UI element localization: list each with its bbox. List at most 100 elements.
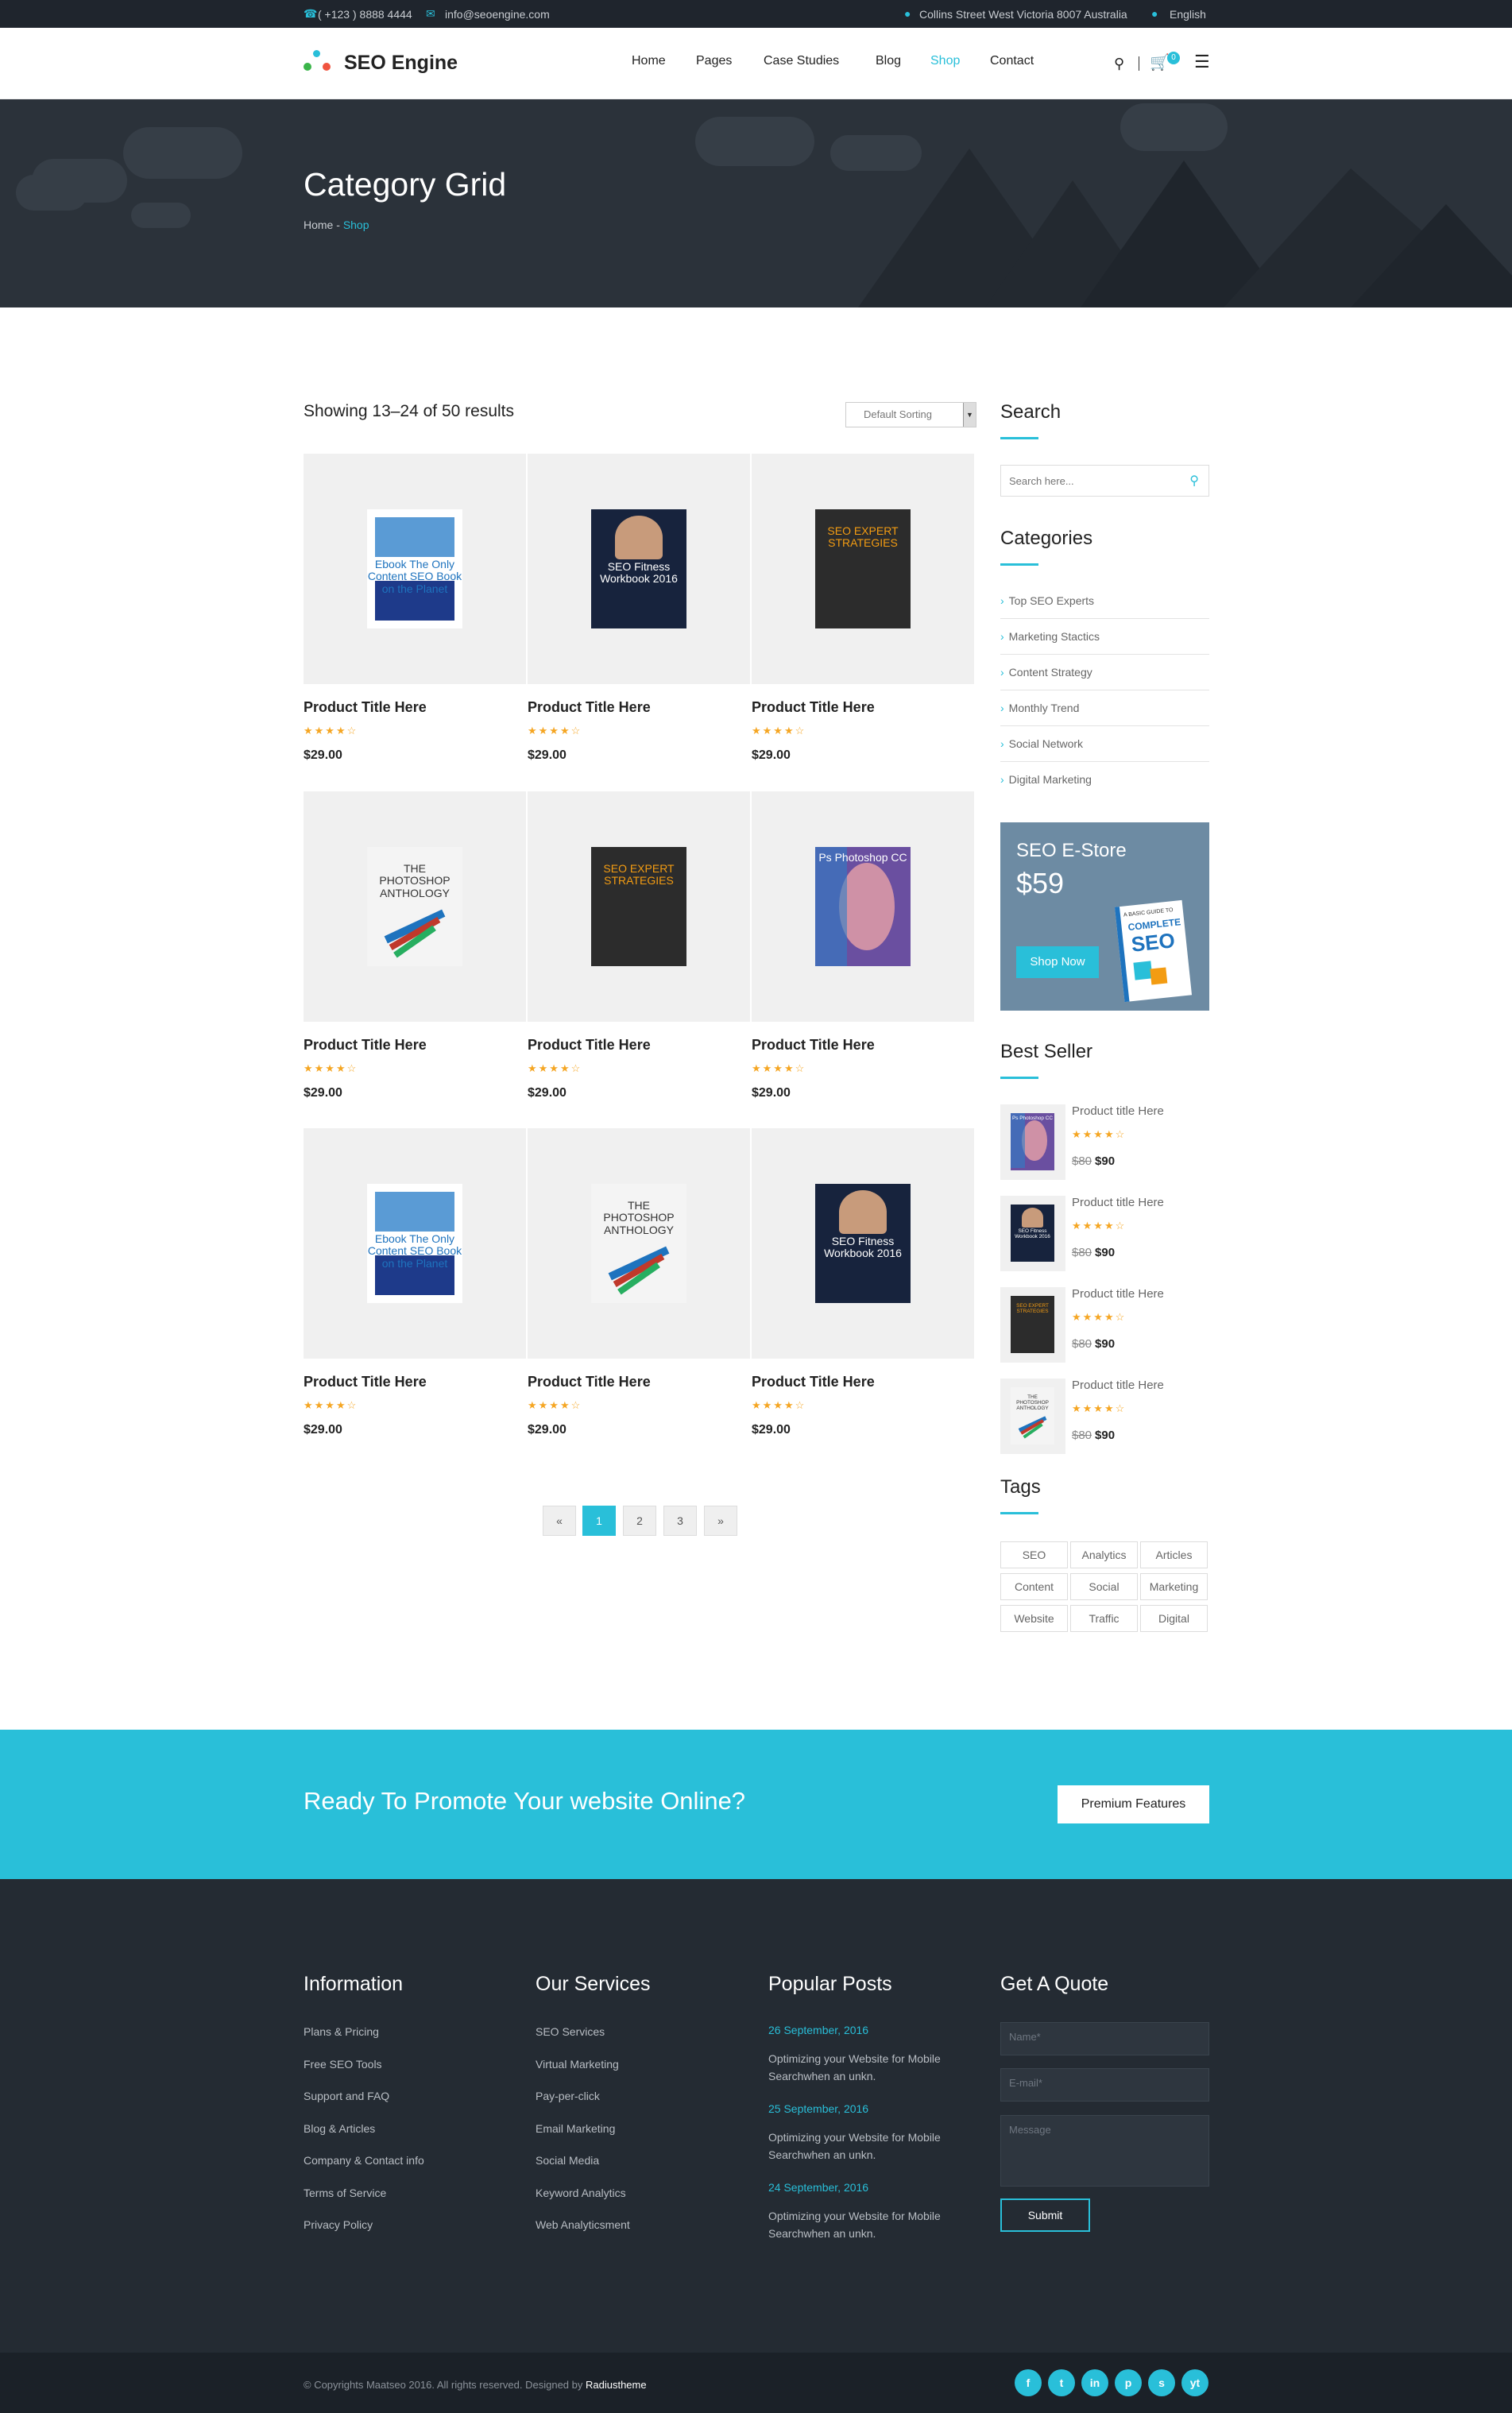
product-title[interactable]: Product Title Here <box>752 699 875 716</box>
shop-now-button[interactable]: Shop Now <box>1016 946 1099 978</box>
bestseller-title[interactable]: Product title Here <box>1072 1287 1164 1301</box>
category-item[interactable]: › Content Strategy <box>1000 655 1209 690</box>
twitter-icon[interactable]: t <box>1048 2369 1075 2396</box>
footer-service-link[interactable]: Keyword Analytics <box>536 2187 626 2199</box>
product-title[interactable]: Product Title Here <box>528 1374 651 1390</box>
quote-email-field[interactable]: E-mail* <box>1000 2068 1209 2102</box>
chevron-right-icon: › <box>1000 773 1004 786</box>
product-title[interactable]: Product Title Here <box>304 1037 427 1054</box>
topbar-email[interactable]: info@seoengine.com <box>445 8 550 21</box>
product-image[interactable]: SEO EXPERT STRATEGIES <box>528 791 750 1022</box>
footer-info-link[interactable]: Plans & Pricing <box>304 2025 379 2038</box>
page-2[interactable]: 2 <box>623 1506 656 1536</box>
footer-info-link[interactable]: Free SEO Tools <box>304 2058 382 2071</box>
product-image[interactable]: SEO Fitness Workbook 2016 <box>528 454 750 684</box>
footer-info-link[interactable]: Company & Contact info <box>304 2154 424 2167</box>
tag-traffic[interactable]: Traffic <box>1070 1605 1138 1632</box>
quote-name-field[interactable]: Name* <box>1000 2022 1209 2055</box>
product-title[interactable]: Product Title Here <box>528 1037 651 1054</box>
tag-articles[interactable]: Articles <box>1140 1541 1208 1568</box>
category-item[interactable]: › Marketing Stactics <box>1000 619 1209 655</box>
tag-website[interactable]: Website <box>1000 1605 1068 1632</box>
product-image[interactable]: THE PHOTOSHOP ANTHOLOGY <box>528 1128 750 1359</box>
tag-seo[interactable]: SEO <box>1000 1541 1068 1568</box>
skype-icon[interactable]: s <box>1148 2369 1175 2396</box>
bestseller-title[interactable]: Product title Here <box>1072 1379 1164 1392</box>
logo-text[interactable]: SEO Engine <box>344 52 458 75</box>
sidebar-search-input[interactable] <box>1001 466 1176 496</box>
footer-service-link[interactable]: Email Marketing <box>536 2122 615 2135</box>
post-excerpt[interactable]: Optimizing your Website for Mobile Searc… <box>768 2207 975 2242</box>
quote-message-field[interactable]: Message <box>1000 2115 1209 2187</box>
product-image[interactable]: Ebook The Only Content SEO Book on the P… <box>304 454 526 684</box>
sorting-select[interactable]: Default Sorting ▼ <box>845 402 976 427</box>
post-date[interactable]: 25 September, 2016 <box>768 2102 868 2115</box>
search-icon[interactable]: ⚲ <box>1189 473 1199 489</box>
footer-service-link[interactable]: Virtual Marketing <box>536 2058 619 2071</box>
bestseller-image[interactable]: SEO EXPERT STRATEGIES <box>1000 1287 1065 1363</box>
book-cover-image: THE PHOTOSHOP ANTHOLOGY <box>367 847 462 966</box>
product-title[interactable]: Product Title Here <box>304 1374 427 1390</box>
product-image[interactable]: Ps Photoshop CC <box>752 791 974 1022</box>
footer-service-link[interactable]: Pay-per-click <box>536 2090 600 2102</box>
bestseller-image[interactable]: Ps Photoshop CC <box>1000 1104 1065 1180</box>
page-3[interactable]: 3 <box>663 1506 697 1536</box>
product-title[interactable]: Product Title Here <box>528 699 651 716</box>
product-title[interactable]: Product Title Here <box>304 699 427 716</box>
tag-social[interactable]: Social <box>1070 1573 1138 1600</box>
category-item[interactable]: › Top SEO Experts <box>1000 583 1209 619</box>
nav-pages[interactable]: Pages <box>696 54 732 68</box>
bestseller-title[interactable]: Product title Here <box>1072 1104 1164 1118</box>
tag-marketing[interactable]: Marketing <box>1140 1573 1208 1600</box>
product-image[interactable]: SEO EXPERT STRATEGIES <box>752 454 974 684</box>
product-title[interactable]: Product Title Here <box>752 1374 875 1390</box>
category-item[interactable]: › Social Network <box>1000 726 1209 762</box>
bestseller-image[interactable]: SEO Fitness Workbook 2016 <box>1000 1196 1065 1271</box>
post-excerpt[interactable]: Optimizing your Website for Mobile Searc… <box>768 2129 975 2164</box>
rating-stars: ★★★★☆ <box>1072 1220 1127 1232</box>
premium-features-button[interactable]: Premium Features <box>1058 1785 1209 1823</box>
page-prev[interactable]: « <box>543 1506 576 1536</box>
category-item[interactable]: › Monthly Trend <box>1000 690 1209 726</box>
breadcrumb-home[interactable]: Home <box>304 218 333 231</box>
product-image[interactable]: SEO Fitness Workbook 2016 <box>752 1128 974 1359</box>
bestseller-image[interactable]: THE PHOTOSHOP ANTHOLOGY <box>1000 1379 1065 1454</box>
footer-service-link[interactable]: Web Analyticsment <box>536 2218 630 2231</box>
menu-icon[interactable]: ☰ <box>1194 53 1210 71</box>
linkedin-icon[interactable]: in <box>1081 2369 1108 2396</box>
cart-icon[interactable]: 🛒 <box>1150 52 1170 72</box>
quote-title: Get A Quote <box>1000 1973 1109 1995</box>
page-next[interactable]: » <box>704 1506 737 1536</box>
page-1[interactable]: 1 <box>582 1506 616 1536</box>
post-date[interactable]: 26 September, 2016 <box>768 2024 868 2036</box>
language-selector[interactable]: English <box>1170 8 1206 21</box>
product-image[interactable]: Ebook The Only Content SEO Book on the P… <box>304 1128 526 1359</box>
category-item[interactable]: › Digital Marketing <box>1000 762 1209 798</box>
footer-service-link[interactable]: SEO Services <box>536 2025 605 2038</box>
search-icon[interactable]: ⚲ <box>1114 56 1124 72</box>
post-excerpt[interactable]: Optimizing your Website for Mobile Searc… <box>768 2050 975 2085</box>
footer-info-link[interactable]: Blog & Articles <box>304 2122 375 2135</box>
logo-icon[interactable] <box>304 50 335 77</box>
designer-link[interactable]: Radiustheme <box>586 2379 647 2391</box>
bestseller-title[interactable]: Product title Here <box>1072 1196 1164 1209</box>
nav-shop[interactable]: Shop <box>930 54 960 68</box>
post-date[interactable]: 24 September, 2016 <box>768 2181 868 2194</box>
footer-info-link[interactable]: Privacy Policy <box>304 2218 373 2231</box>
pinterest-icon[interactable]: p <box>1115 2369 1142 2396</box>
nav-case-studies[interactable]: Case Studies <box>764 54 839 68</box>
youtube-icon[interactable]: yt <box>1181 2369 1208 2396</box>
nav-blog[interactable]: Blog <box>876 54 901 68</box>
nav-home[interactable]: Home <box>632 54 666 68</box>
product-title[interactable]: Product Title Here <box>752 1037 875 1054</box>
tag-content[interactable]: Content <box>1000 1573 1068 1600</box>
footer-service-link[interactable]: Social Media <box>536 2154 599 2167</box>
submit-button[interactable]: Submit <box>1000 2198 1090 2232</box>
nav-contact[interactable]: Contact <box>990 54 1034 68</box>
tag-analytics[interactable]: Analytics <box>1070 1541 1138 1568</box>
footer-info-link[interactable]: Terms of Service <box>304 2187 386 2199</box>
product-image[interactable]: THE PHOTOSHOP ANTHOLOGY <box>304 791 526 1022</box>
facebook-icon[interactable]: f <box>1015 2369 1042 2396</box>
footer-info-link[interactable]: Support and FAQ <box>304 2090 389 2102</box>
tag-digital[interactable]: Digital <box>1140 1605 1208 1632</box>
